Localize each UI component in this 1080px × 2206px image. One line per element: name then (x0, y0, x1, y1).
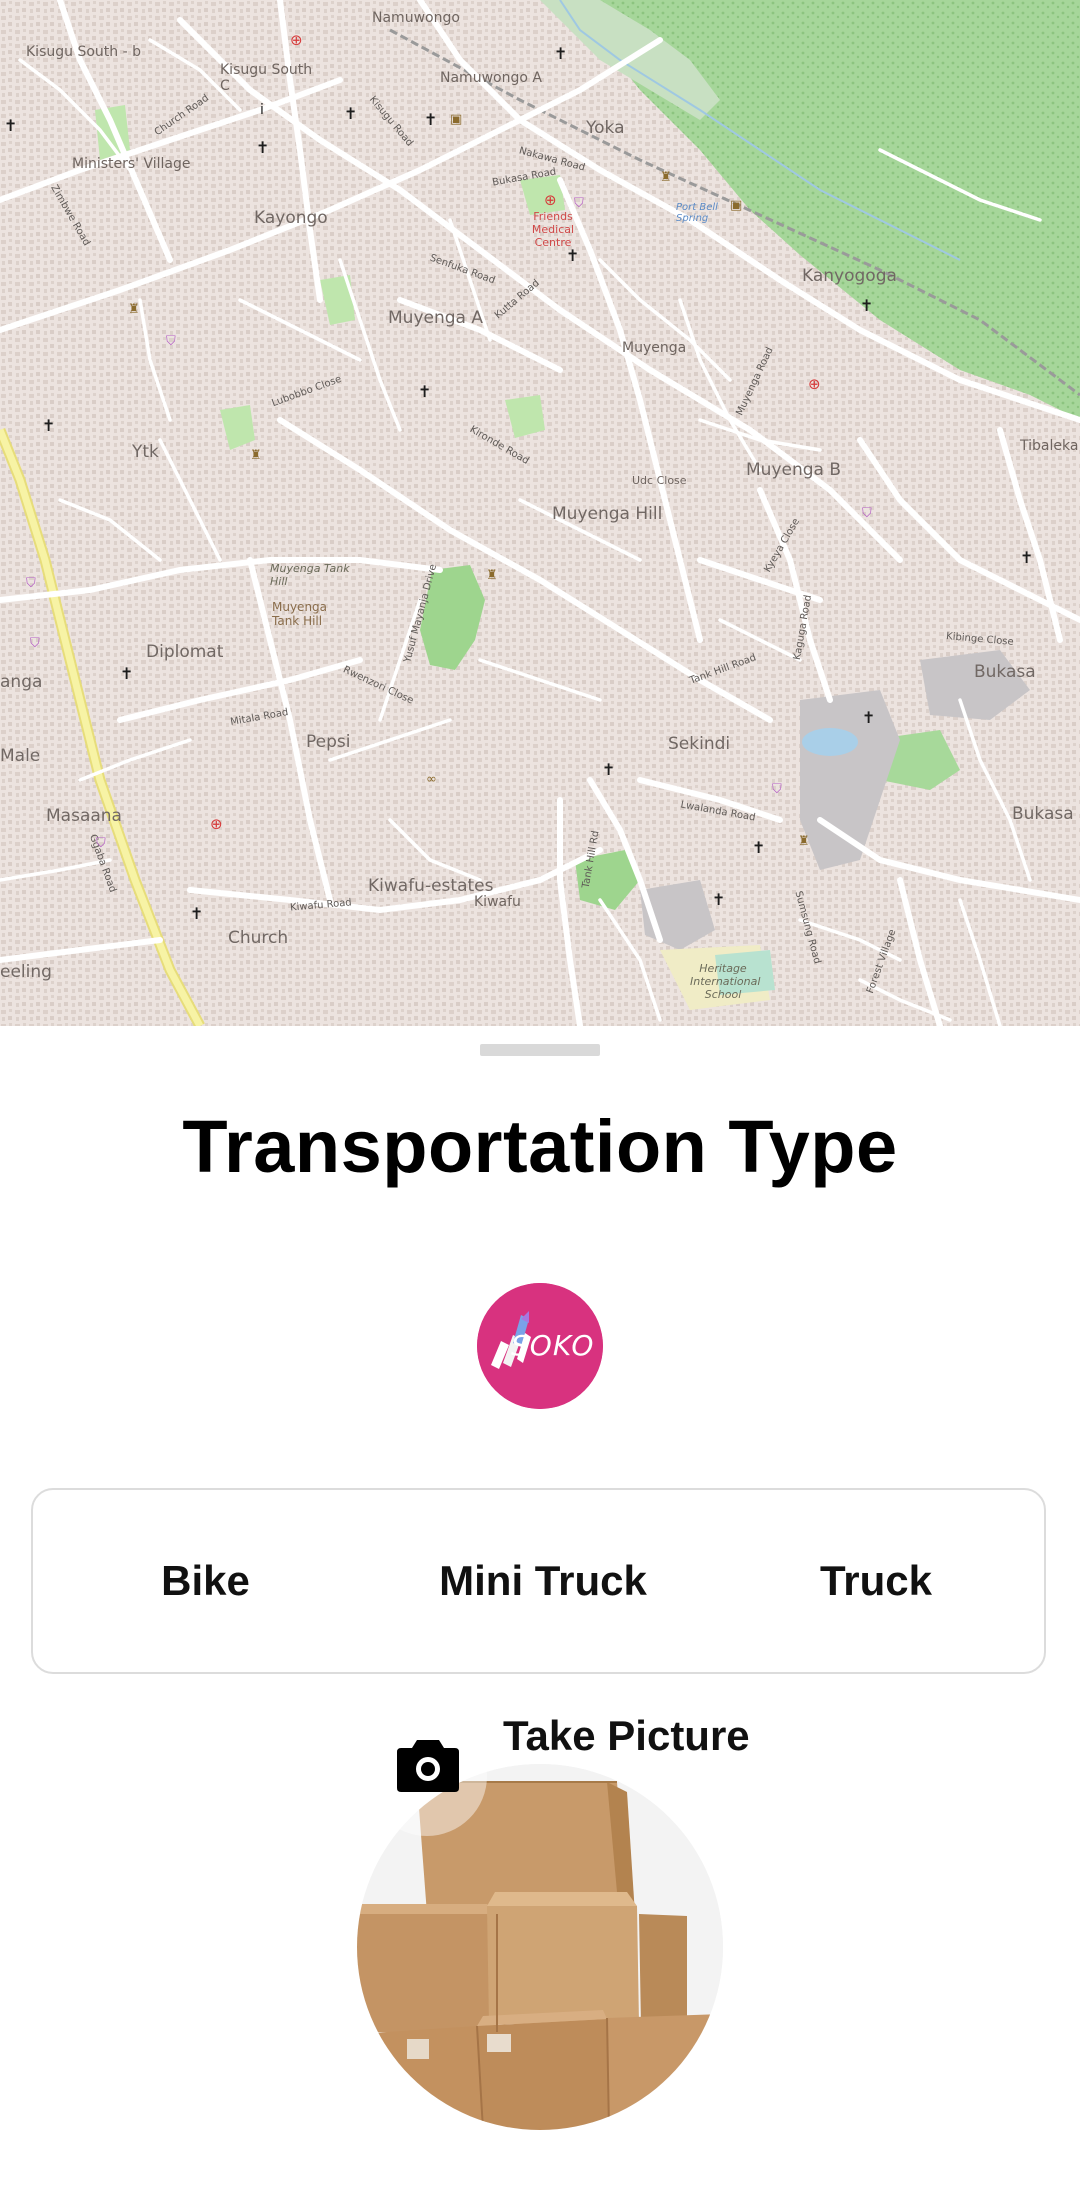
map-area-label: Bukasa (1012, 804, 1074, 824)
map-area-label: Namuwongo A (440, 70, 542, 86)
map-poi-label-hospital: Friends Medical Centre (531, 210, 575, 249)
museum-icon: ▣ (450, 112, 463, 127)
binoculars-icon: ∞ (426, 772, 437, 787)
info-icon: i (260, 102, 264, 118)
church-icon: ✝ (602, 760, 616, 779)
shop-icon: ⛉ (30, 636, 40, 651)
map-area-label: Ministers' Village (72, 156, 191, 172)
church-icon: ✝ (860, 296, 874, 315)
soko-logo-icon: SOKO (477, 1283, 603, 1409)
police-icon: ♜ (660, 170, 672, 185)
map-area-label: Namuwongo (372, 10, 460, 26)
map-area-label: Kisugu South - b (26, 44, 141, 60)
church-icon: ✝ (418, 382, 432, 401)
map-poi-label-school: Heritage International School (690, 962, 761, 1001)
map-area-label: Diplomat (146, 642, 224, 662)
police-icon: ♜ (486, 568, 498, 583)
map-area-label: Sekindi (668, 734, 731, 754)
map-area-label: Kiwafu (474, 894, 521, 910)
church-icon: ✝ (712, 890, 726, 909)
take-picture-label[interactable]: Take Picture (503, 1712, 750, 1760)
shop-icon: ⛉ (26, 576, 36, 591)
drag-handle[interactable] (480, 1044, 600, 1056)
map-area-label: eeling (0, 962, 52, 982)
church-icon: ✝ (862, 708, 876, 727)
hospital-icon: ⊕ (544, 191, 557, 209)
map-area-label: Male (0, 746, 41, 766)
map-poi-label-spring: Port Bell Spring (676, 202, 718, 224)
map-poi-label-tank: Muyenga Tank Hill (272, 600, 328, 628)
police-icon: ♜ (128, 302, 140, 317)
church-icon: ✝ (42, 416, 56, 435)
transport-type-selector: Bike Mini Truck Truck (31, 1488, 1046, 1674)
page-title: Transportation Type (182, 1105, 898, 1188)
logo-text: SOKO (511, 1329, 595, 1362)
map-view[interactable]: Kisugu South - b Kisugu South C Namuwong… (0, 0, 1080, 1026)
church-icon: ✝ (344, 104, 358, 123)
police-icon: ♜ (250, 448, 262, 463)
map-area-label: Muyenga A (388, 308, 483, 328)
map-area-label: Church (228, 928, 289, 948)
shop-icon: ⛉ (862, 506, 872, 521)
church-icon: ✝ (566, 246, 580, 265)
map-area-label: Kiwafu-estates (368, 876, 494, 896)
museum-icon: ▣ (730, 198, 743, 213)
hospital-icon: ⊕ (210, 815, 223, 833)
map-area-label: Muyenga B (746, 460, 842, 480)
map-area-label: Bukasa (974, 662, 1036, 682)
map-area-label: Tibaleka (1020, 438, 1079, 454)
map-area-label: Masaana (46, 806, 122, 826)
map-area-label: Kisugu South C (220, 62, 313, 94)
shop-icon: ⛉ (772, 782, 782, 797)
map-area-label: Muyenga (622, 340, 687, 356)
church-icon: ✝ (1020, 548, 1034, 567)
bottom-sheet: Transportation Type SOKO Bike Mini Truck… (0, 1026, 1080, 2206)
map-area-label: Yoka (586, 118, 625, 138)
map-area-label: anga (0, 672, 43, 692)
shop-icon: ⛉ (166, 334, 176, 349)
option-bike[interactable]: Bike (33, 1490, 378, 1672)
church-icon: ✝ (190, 904, 204, 923)
map-area-label: Pepsi (306, 732, 351, 752)
police-icon: ♜ (798, 834, 810, 849)
church-icon: ✝ (554, 44, 568, 63)
map-area-label: Muyenga Hill (552, 504, 663, 524)
camera-icon-glyph (397, 1740, 459, 1792)
church-icon: ✝ (4, 116, 18, 135)
camera-icon[interactable] (397, 1736, 459, 1792)
map-area-label: Kayongo (254, 208, 328, 228)
map-area-label: Muyenga Tank Hill (270, 562, 350, 588)
map-area-label: Kanyogoga (802, 266, 897, 286)
church-icon: ✝ (752, 838, 766, 857)
option-mini-truck[interactable]: Mini Truck (378, 1490, 708, 1672)
hospital-icon: ⊕ (808, 375, 821, 393)
hospital-icon: ⊕ (290, 31, 303, 49)
shop-icon: ⛉ (574, 196, 584, 211)
map-area-label: Udc Close (632, 474, 687, 487)
church-icon: ✝ (256, 138, 270, 157)
option-truck[interactable]: Truck (708, 1490, 1044, 1672)
shop-icon: ⛉ (96, 836, 106, 851)
church-icon: ✝ (424, 110, 438, 129)
church-icon: ✝ (120, 664, 134, 683)
map-area-label: Ytk (132, 442, 159, 462)
